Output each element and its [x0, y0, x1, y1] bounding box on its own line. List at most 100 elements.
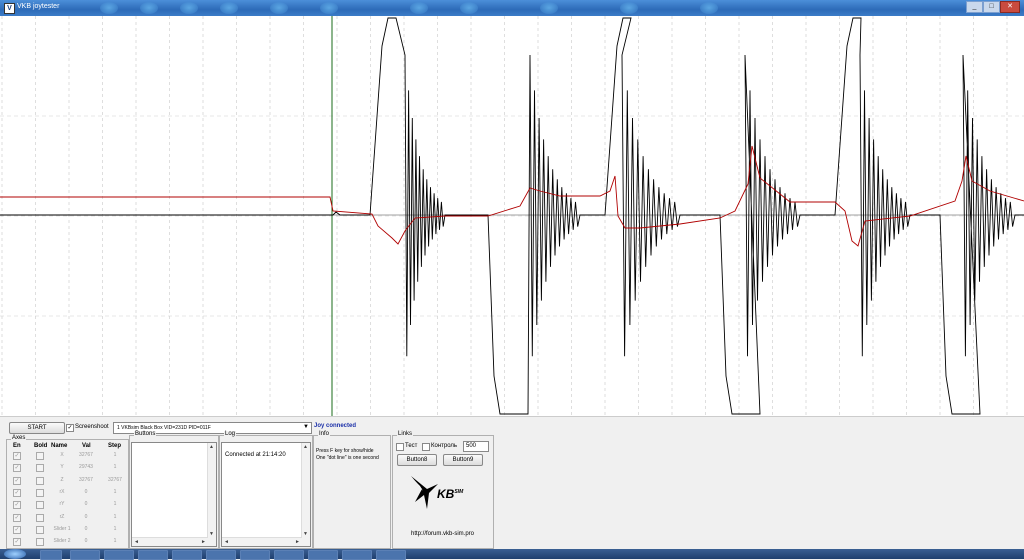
axis-enable-checkbox[interactable]: ✓ — [13, 501, 21, 510]
axis-step: 1 — [113, 488, 117, 495]
axis-row: ✓ Slider 1 0 1 — [7, 525, 125, 537]
axes-header-name: Name — [51, 443, 68, 449]
axis-enable-checkbox[interactable]: ✓ — [13, 538, 21, 547]
taskbar-glow-icon — [410, 2, 428, 14]
taskbar-glow-icon — [220, 2, 238, 14]
links-group: Links Тест Контроль 500 Button8 Button9 … — [392, 431, 494, 549]
axis-name: Slider 1 — [53, 525, 71, 532]
scroll-up-icon[interactable]: ▲ — [209, 444, 214, 450]
axis-row: ✓ Y 29743 1 — [7, 463, 125, 475]
axis-step: 1 — [113, 538, 117, 545]
axis-enable-checkbox[interactable]: ✓ — [13, 525, 21, 534]
axis-bold-checkbox[interactable] — [36, 513, 44, 522]
axis-row: ✓ rY 0 1 — [7, 500, 125, 512]
axis-value: 32767 — [79, 452, 93, 458]
axes-group: Axes En Bold Name Val Step ✓ X 32767 1 ✓ Y 297… — [6, 435, 129, 549]
axis-row: ✓ Slider 2 0 1 — [7, 537, 125, 549]
buttons-vertical-scrollbar[interactable]: ▲ ▼ — [207, 443, 216, 546]
taskbar-glow-icon — [320, 2, 338, 14]
info-group-title: Info — [318, 431, 331, 437]
axis-name: rX — [59, 488, 65, 495]
info-group: Info Press F key for show/hide One "dot … — [313, 431, 391, 549]
axes-group-title: Axes — [11, 435, 27, 441]
buttons-horizontal-scrollbar[interactable]: ◄ ► — [132, 537, 208, 546]
axis-value: 0 — [84, 525, 88, 532]
taskbar-glow-icon — [460, 2, 478, 14]
scroll-down-icon[interactable]: ▼ — [303, 531, 308, 537]
info-line-1: Press F key for show/hide — [316, 448, 374, 454]
scroll-left-icon[interactable]: ◄ — [134, 539, 139, 545]
log-group: Log Connected at 21:14:20 ▲ ▼ ◄ ► — [219, 431, 313, 549]
axis-enable-checkbox[interactable]: ✓ — [13, 452, 21, 460]
scroll-up-icon[interactable]: ▲ — [303, 444, 308, 450]
button8-button[interactable]: Button8 — [397, 454, 437, 466]
scroll-left-icon[interactable]: ◄ — [224, 539, 229, 545]
scroll-right-icon[interactable]: ► — [295, 539, 300, 545]
axis-name: Z — [60, 476, 64, 483]
screenshot-checkbox[interactable]: ✓ — [66, 424, 74, 432]
start-orb-icon[interactable] — [4, 549, 26, 559]
app-icon: V — [4, 3, 15, 14]
axis-bold-checkbox[interactable] — [36, 501, 44, 510]
signal-plot — [0, 16, 1024, 416]
axes-header-step: Step — [108, 443, 122, 449]
control-label: Контроль — [431, 443, 458, 449]
axis-step: 1 — [113, 525, 117, 532]
axis-row: ✓ X 32767 1 — [7, 451, 125, 463]
taskbar-glow-icon — [140, 2, 158, 14]
start-button[interactable]: START — [9, 422, 65, 434]
title-bar: V VKB joytester _ □ ✕ — [0, 0, 1024, 16]
screenshot-label: Screenshoot — [75, 424, 109, 430]
log-group-title: Log — [224, 431, 237, 437]
minimize-button[interactable]: _ — [966, 1, 983, 13]
axis-bold-checkbox[interactable] — [36, 452, 44, 460]
axes-header-bold: Bold — [34, 443, 48, 449]
axis-name: rY — [59, 501, 65, 508]
axis-step: 1 — [113, 464, 117, 471]
axis-row: ✓ rZ 0 1 — [7, 513, 125, 525]
axis-bold-checkbox[interactable] — [36, 488, 44, 497]
test-checkbox[interactable] — [396, 443, 404, 451]
axis-enable-checkbox[interactable]: ✓ — [13, 476, 21, 485]
axis-bold-checkbox[interactable] — [36, 464, 44, 473]
window-title: VKB joytester — [17, 3, 60, 10]
taskbar-glow-icon — [270, 2, 288, 14]
axes-header-val: Val — [82, 443, 91, 449]
axis-value: 32767 — [79, 476, 93, 483]
log-line: Connected at 21:14:20 — [225, 452, 286, 458]
control-checkbox[interactable] — [422, 443, 430, 451]
axis-step: 1 — [113, 452, 117, 458]
axis-enable-checkbox[interactable]: ✓ — [13, 513, 21, 522]
buttons-group-title: Buttons — [134, 431, 157, 437]
axis-enable-checkbox[interactable]: ✓ — [13, 488, 21, 497]
button9-button[interactable]: Button9 — [443, 454, 483, 466]
log-vertical-scrollbar[interactable]: ▲ ▼ — [301, 443, 310, 546]
maximize-button[interactable]: □ — [983, 1, 1000, 13]
axes-header-en: En — [13, 443, 21, 449]
logo-main-text: KB — [437, 487, 455, 501]
log-list[interactable]: Connected at 21:14:20 ▲ ▼ ◄ ► — [221, 442, 311, 547]
number-input[interactable]: 500 — [463, 441, 489, 452]
axis-value: 0 — [84, 501, 88, 508]
axis-step: 1 — [113, 501, 117, 508]
taskbar-glow-icon — [100, 2, 118, 14]
axis-value: 0 — [84, 488, 88, 495]
device-select-value: 1 VKBsim Black Box VID=231D PID=011F — [117, 425, 211, 431]
log-horizontal-scrollbar[interactable]: ◄ ► — [222, 537, 302, 546]
close-button[interactable]: ✕ — [1000, 1, 1020, 13]
axis-name: Y — [60, 464, 64, 471]
links-group-title: Links — [397, 431, 414, 437]
axis-bold-checkbox[interactable] — [36, 476, 44, 485]
axis-bold-checkbox[interactable] — [36, 525, 44, 534]
axis-step: 1 — [113, 513, 117, 520]
logo-sup-text: SIM — [454, 489, 464, 495]
buttons-list[interactable]: ▲ ▼ ◄ ► — [131, 442, 217, 547]
taskbar-glow-icon — [540, 2, 558, 14]
axis-name: rZ — [59, 513, 65, 520]
forum-link[interactable]: http://forum.vkb-sim.pro — [411, 531, 474, 537]
axis-bold-checkbox[interactable] — [36, 538, 44, 547]
scroll-down-icon[interactable]: ▼ — [209, 531, 214, 537]
plot-canvas — [0, 16, 1024, 416]
axis-enable-checkbox[interactable]: ✓ — [13, 464, 21, 473]
scroll-right-icon[interactable]: ► — [201, 539, 206, 545]
